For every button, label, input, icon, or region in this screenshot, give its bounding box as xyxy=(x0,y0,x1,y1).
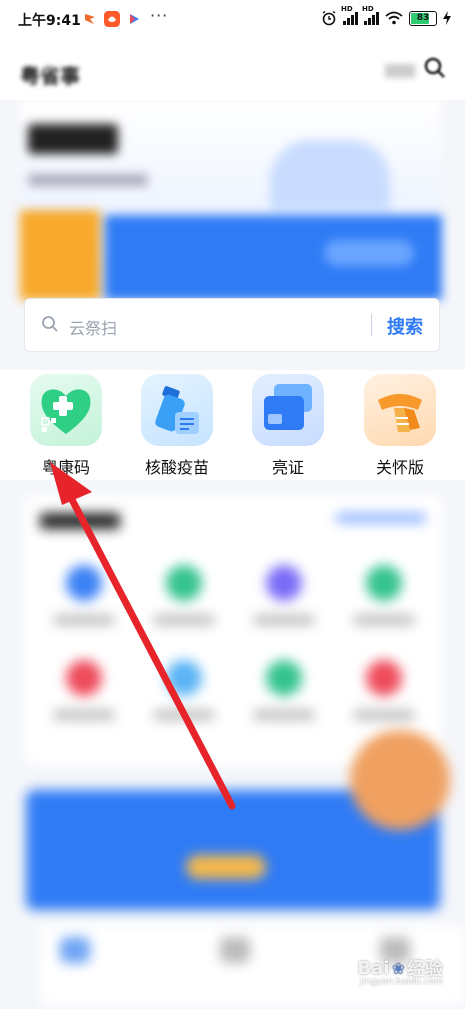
header-link[interactable] xyxy=(385,64,415,78)
alarm-icon xyxy=(322,10,336,26)
quick-access-tiles: 粤康码 核酸疫苗 亮证 关怀版 xyxy=(0,370,465,480)
watermark-brand: Bai xyxy=(357,957,390,979)
status-bar: 上午9:41 ··· HD HD 83 xyxy=(0,0,465,40)
tile-label: 亮证 xyxy=(271,458,304,477)
tile-care-version[interactable]: 关怀版 xyxy=(352,374,448,478)
wifi-icon xyxy=(385,11,403,25)
header-search-icon[interactable] xyxy=(423,56,447,80)
id-cards-icon xyxy=(252,374,324,446)
status-time: 上午9:41 xyxy=(18,13,81,29)
flag-notification-icon xyxy=(85,14,95,24)
search-bar[interactable]: 云祭扫 搜索 xyxy=(24,298,440,352)
care-scarf-icon xyxy=(364,374,436,446)
app-title: 粤省事 xyxy=(20,64,80,88)
search-divider xyxy=(371,314,372,336)
watermark-url: jingyan.baidu.com xyxy=(359,977,443,987)
signal-2-icon: HD xyxy=(362,5,379,25)
search-icon xyxy=(42,316,58,332)
tab-services-icon[interactable] xyxy=(220,937,250,963)
signal-1-icon: HD xyxy=(341,5,358,25)
tile-label: 粤康码 xyxy=(41,458,90,477)
more-notifications-dots: ··· xyxy=(150,6,169,25)
battery-level: 83 xyxy=(416,12,430,23)
status-app-icons xyxy=(82,11,142,27)
tile-label: 核酸疫苗 xyxy=(144,458,209,477)
promo-banner[interactable] xyxy=(20,100,442,300)
tile-nucleic-vaccine[interactable]: 核酸疫苗 xyxy=(129,374,225,478)
tile-label: 关怀版 xyxy=(375,458,424,477)
app-header: 粤省事 xyxy=(0,40,465,100)
paw-logo-icon: ❀ xyxy=(391,958,405,978)
tile-id-cards[interactable]: 亮证 xyxy=(240,374,336,478)
app-notification-icon xyxy=(104,11,120,27)
search-input[interactable]: 云祭扫 xyxy=(69,315,117,339)
health-code-heart-icon xyxy=(30,374,102,446)
bottom-promo-banner[interactable] xyxy=(26,730,450,910)
search-button[interactable]: 搜索 xyxy=(387,313,423,339)
status-indicators: HD HD 83 xyxy=(321,5,451,26)
charging-icon xyxy=(443,11,451,25)
baidu-watermark: Bai ❀ 经验 jingyan.baidu.com xyxy=(357,955,443,988)
services-panel xyxy=(24,495,442,765)
tab-home-icon[interactable] xyxy=(60,937,90,963)
nucleic-vaccine-icon xyxy=(141,374,213,446)
battery-icon: 83 xyxy=(409,10,437,26)
play-notification-icon xyxy=(130,14,139,24)
tile-health-code[interactable]: 粤康码 xyxy=(18,374,114,478)
